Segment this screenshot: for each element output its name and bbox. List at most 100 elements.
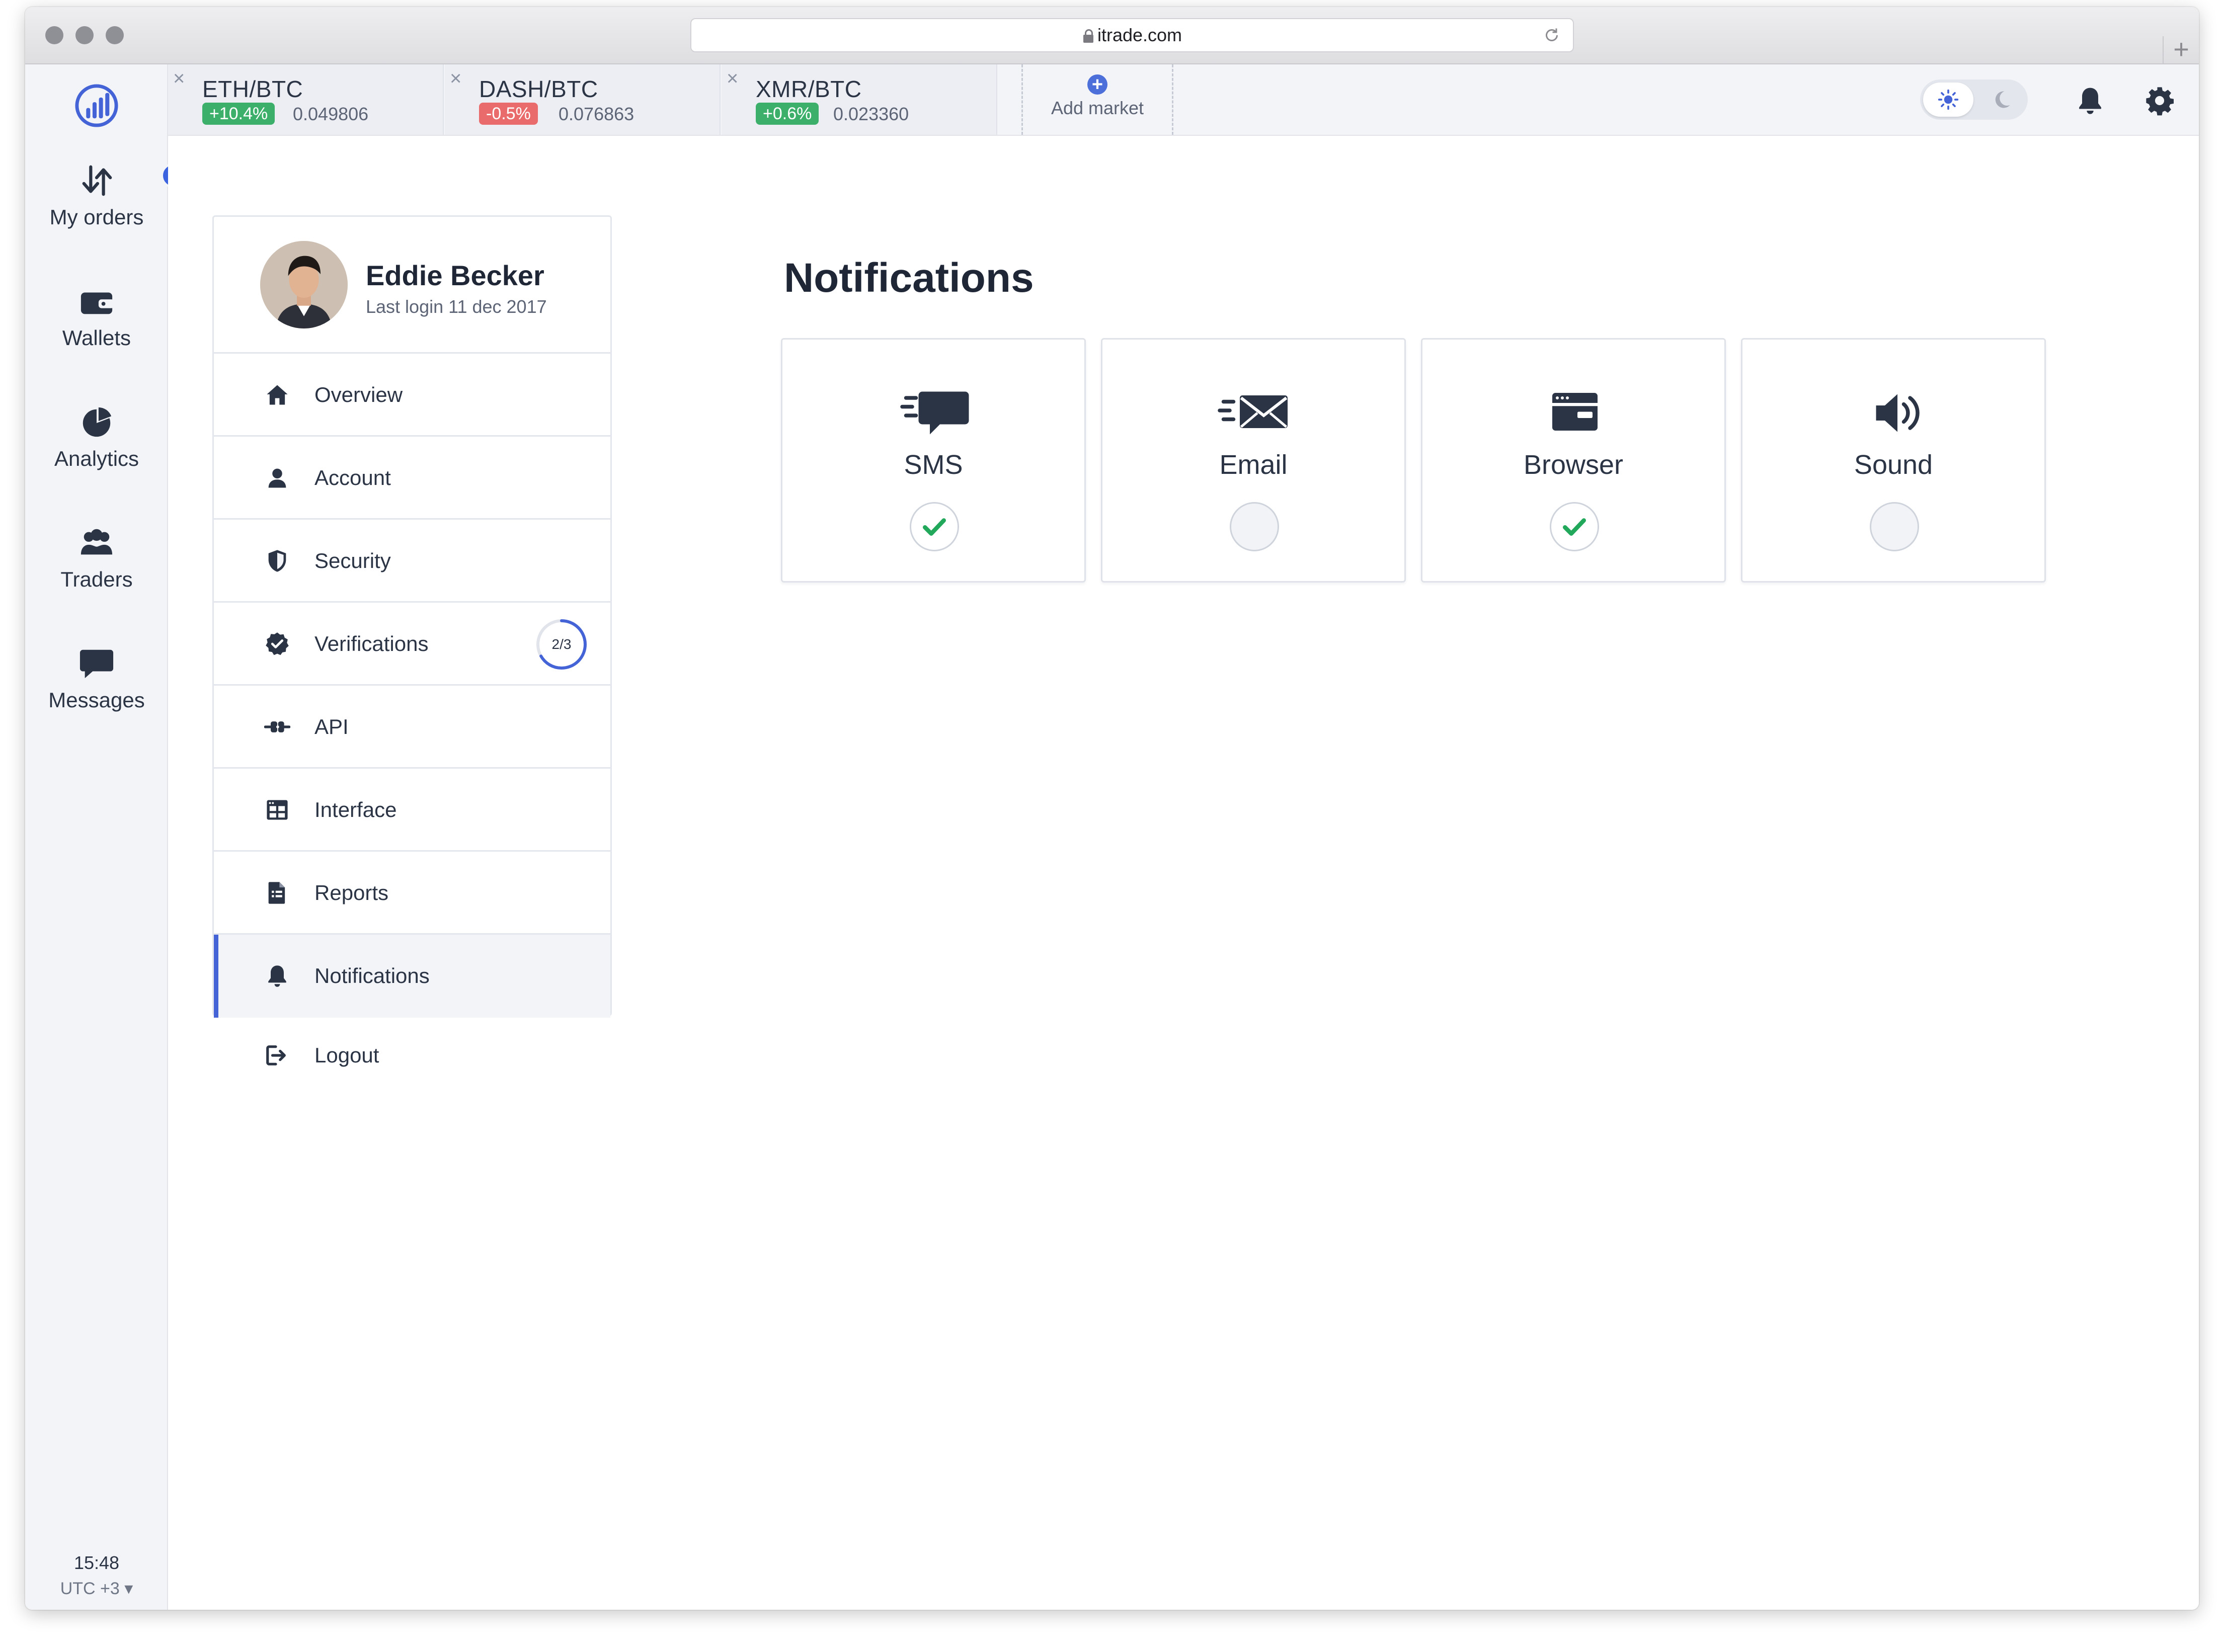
itrade-logo-icon[interactable] (73, 82, 120, 129)
zoom-window-button[interactable] (106, 26, 124, 44)
close-window-button[interactable] (45, 26, 63, 44)
add-market-label: Add market (1051, 98, 1144, 118)
timezone-selector[interactable]: UTC +3 ▾ (25, 1579, 168, 1599)
shield-icon (268, 550, 286, 572)
wallet-icon (76, 284, 117, 319)
close-tab-icon[interactable]: × (450, 67, 461, 90)
email-icon (1218, 395, 1288, 428)
chat-bubble-icon (76, 646, 117, 681)
menu-item-security[interactable]: Security (214, 520, 610, 603)
sidebar-item-label: My orders (49, 205, 144, 229)
gear-icon[interactable] (2143, 85, 2176, 117)
notification-card-email[interactable]: Email (1101, 338, 1406, 583)
browser-window-icon (1552, 393, 1598, 431)
market-change-badge: -0.5% (479, 103, 538, 125)
sound-toggle[interactable] (1870, 502, 1919, 551)
market-tab[interactable]: × ETH/BTC +10.4% 0.049806 (168, 64, 444, 135)
sms-icon (900, 391, 969, 435)
minimize-window-button[interactable] (75, 26, 94, 44)
sidebar-item-label: Analytics (54, 447, 139, 470)
page-title: Notifications (784, 255, 1034, 301)
browser-toggle[interactable] (1550, 502, 1599, 551)
document-icon (268, 882, 285, 904)
sms-toggle[interactable] (910, 502, 959, 551)
plus-circle-icon: + (1087, 74, 1107, 95)
verified-badge-icon (266, 632, 289, 655)
notification-card-sms[interactable]: SMS (781, 338, 1086, 583)
menu-item-label: Account (314, 466, 391, 489)
menu-item-verifications[interactable]: Verifications 2/3 (214, 603, 610, 686)
market-price: 0.076863 (559, 104, 634, 124)
notification-card-browser[interactable]: Browser (1421, 338, 1726, 583)
settings-menu-card: Eddie Becker Last login 11 dec 2017 Over… (212, 215, 612, 1018)
email-toggle[interactable] (1230, 502, 1279, 551)
sun-icon (1938, 89, 1959, 110)
sidebar-item-my-orders[interactable]: 3 My orders (25, 163, 186, 229)
market-change-badge: +10.4% (202, 103, 275, 125)
browser-window: itrade.com + 3 My orders (25, 7, 2199, 1610)
market-pair: DASH/BTC (479, 76, 598, 102)
clock-time: 15:48 (73, 1552, 120, 1573)
close-tab-icon[interactable]: × (727, 67, 738, 90)
verification-progress: 2/3 (535, 618, 588, 671)
menu-item-overview[interactable]: Overview (214, 354, 610, 437)
menu-item-label: Notifications (314, 964, 430, 987)
light-theme-option[interactable] (1923, 82, 1973, 117)
address-bar[interactable]: itrade.com (690, 18, 1574, 52)
market-pair: ETH/BTC (202, 76, 303, 102)
menu-item-interface[interactable]: Interface (214, 769, 610, 852)
new-tab-button[interactable]: + (2163, 36, 2199, 64)
logout-link[interactable]: Logout (212, 1030, 612, 1091)
sidebar-item-label: Messages (48, 688, 145, 712)
layout-grid-icon (267, 800, 288, 820)
notification-card-sound[interactable]: Sound (1741, 338, 2046, 583)
sidebar-item-traders[interactable]: Traders (25, 525, 168, 592)
channel-label: Sound (1854, 450, 1933, 480)
lock-icon (1082, 29, 1093, 43)
browser-titlebar: itrade.com + (25, 7, 2199, 64)
menu-item-label: Interface (314, 798, 397, 821)
speaker-icon (1876, 394, 1920, 432)
pie-chart-icon (76, 404, 117, 440)
theme-toggle[interactable] (1920, 79, 2028, 120)
reload-icon[interactable] (1543, 26, 1561, 44)
bell-notifications-icon[interactable] (2074, 85, 2106, 117)
bell-icon (268, 965, 286, 987)
profile-name: Eddie Becker (366, 260, 544, 291)
sidebar-item-messages[interactable]: Messages (25, 646, 168, 712)
market-tabs: × ETH/BTC +10.4% 0.049806 × DASH/BTC -0.… (168, 64, 2199, 136)
verification-progress-text: 2/3 (551, 636, 572, 652)
main-content: Eddie Becker Last login 11 dec 2017 Over… (168, 136, 2199, 1610)
app-sidebar: 3 My orders Wallets Ana (25, 64, 186, 1610)
checkmark-icon (923, 518, 946, 536)
checkmark-icon (1563, 518, 1586, 536)
logout-label: Logout (314, 1043, 379, 1067)
add-market-button[interactable]: + Add market (1021, 64, 1173, 135)
menu-item-account[interactable]: Account (214, 437, 610, 520)
sidebar-item-analytics[interactable]: Analytics (25, 404, 168, 471)
user-icon (268, 468, 286, 488)
sidebar-item-label: Wallets (62, 326, 131, 350)
profile-header: Eddie Becker Last login 11 dec 2017 (214, 217, 610, 354)
plug-icon (264, 721, 290, 732)
market-tab[interactable]: × XMR/BTC +0.6% 0.023360 (722, 64, 997, 135)
home-icon (267, 385, 288, 405)
sidebar-item-wallets[interactable]: Wallets (25, 284, 168, 350)
market-pair: XMR/BTC (756, 76, 862, 102)
moon-icon[interactable] (1991, 89, 2013, 111)
avatar[interactable] (260, 241, 348, 328)
menu-item-label: Reports (314, 881, 389, 904)
menu-item-reports[interactable]: Reports (214, 852, 610, 935)
channel-label: SMS (904, 450, 963, 480)
sidebar-item-label: Traders (60, 567, 133, 591)
market-tab[interactable]: × DASH/BTC -0.5% 0.076863 (445, 64, 721, 135)
channel-label: Email (1219, 450, 1288, 480)
menu-item-api[interactable]: API (214, 686, 610, 769)
orders-arrows-icon: 3 (76, 163, 186, 198)
menu-item-notifications[interactable]: Notifications (214, 935, 610, 1018)
close-tab-icon[interactable]: × (173, 67, 185, 90)
users-icon (76, 525, 117, 560)
sign-out-icon (266, 1045, 286, 1065)
url-text: itrade.com (1097, 25, 1182, 45)
market-price: 0.049806 (293, 104, 369, 124)
